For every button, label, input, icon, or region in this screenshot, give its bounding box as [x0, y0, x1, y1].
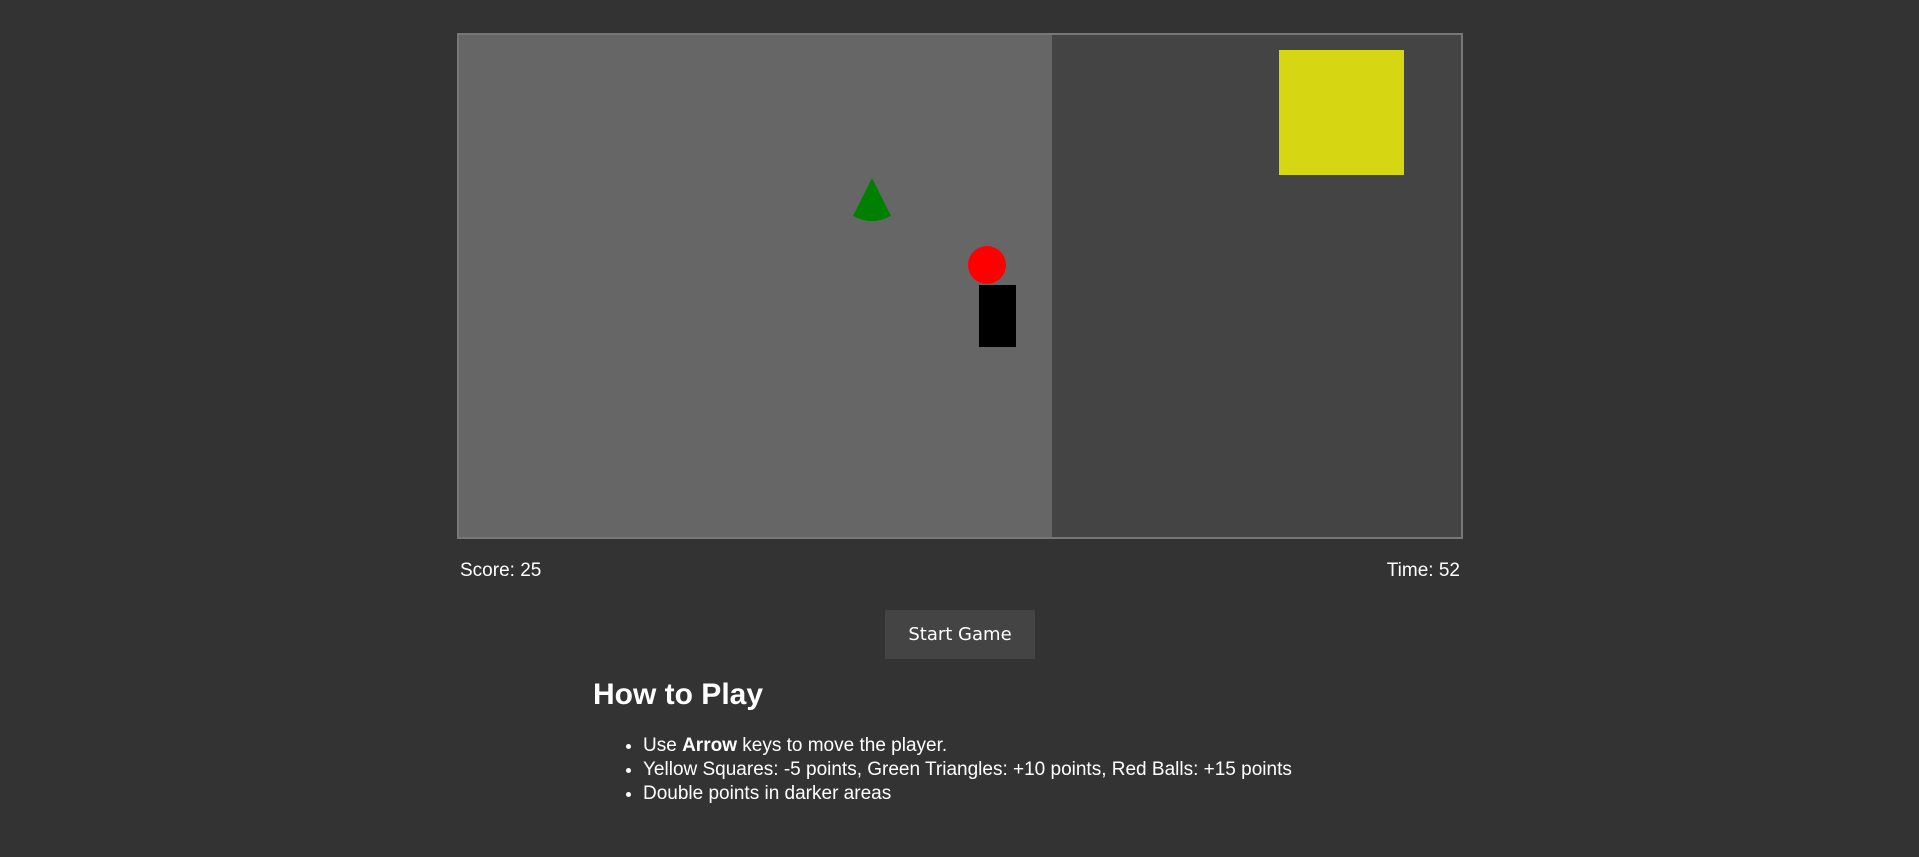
instruction-item-points: Yellow Squares: -5 points, Green Triangl…: [643, 758, 1493, 782]
start-game-button[interactable]: Start Game: [885, 610, 1035, 659]
instructions-title: How to Play: [593, 678, 764, 711]
game-page: Score: 25 Time: 52 Start Game How to Pla…: [0, 0, 1919, 857]
instruction-prefix: Use: [643, 735, 683, 756]
game-board[interactable]: [457, 33, 1463, 539]
time-display: Time: 52: [1386, 560, 1460, 581]
green-triangle: [853, 178, 891, 221]
yellow-square: [1279, 50, 1404, 175]
instructions-list: Use Arrow keys to move the player. Yello…: [593, 734, 1493, 806]
instruction-item-controls: Use Arrow keys to move the player.: [643, 734, 1493, 758]
green-triangle-shape: [853, 178, 891, 221]
score-display: Score: 25: [460, 560, 542, 581]
instruction-key: Arrow: [682, 735, 737, 756]
red-ball: [968, 246, 1006, 284]
player: [979, 285, 1016, 347]
instruction-item-dark-areas: Double points in darker areas: [643, 782, 1493, 806]
instruction-suffix: keys to move the player.: [736, 735, 948, 756]
instructions-panel: How to Play Use Arrow keys to move the p…: [593, 678, 1493, 806]
